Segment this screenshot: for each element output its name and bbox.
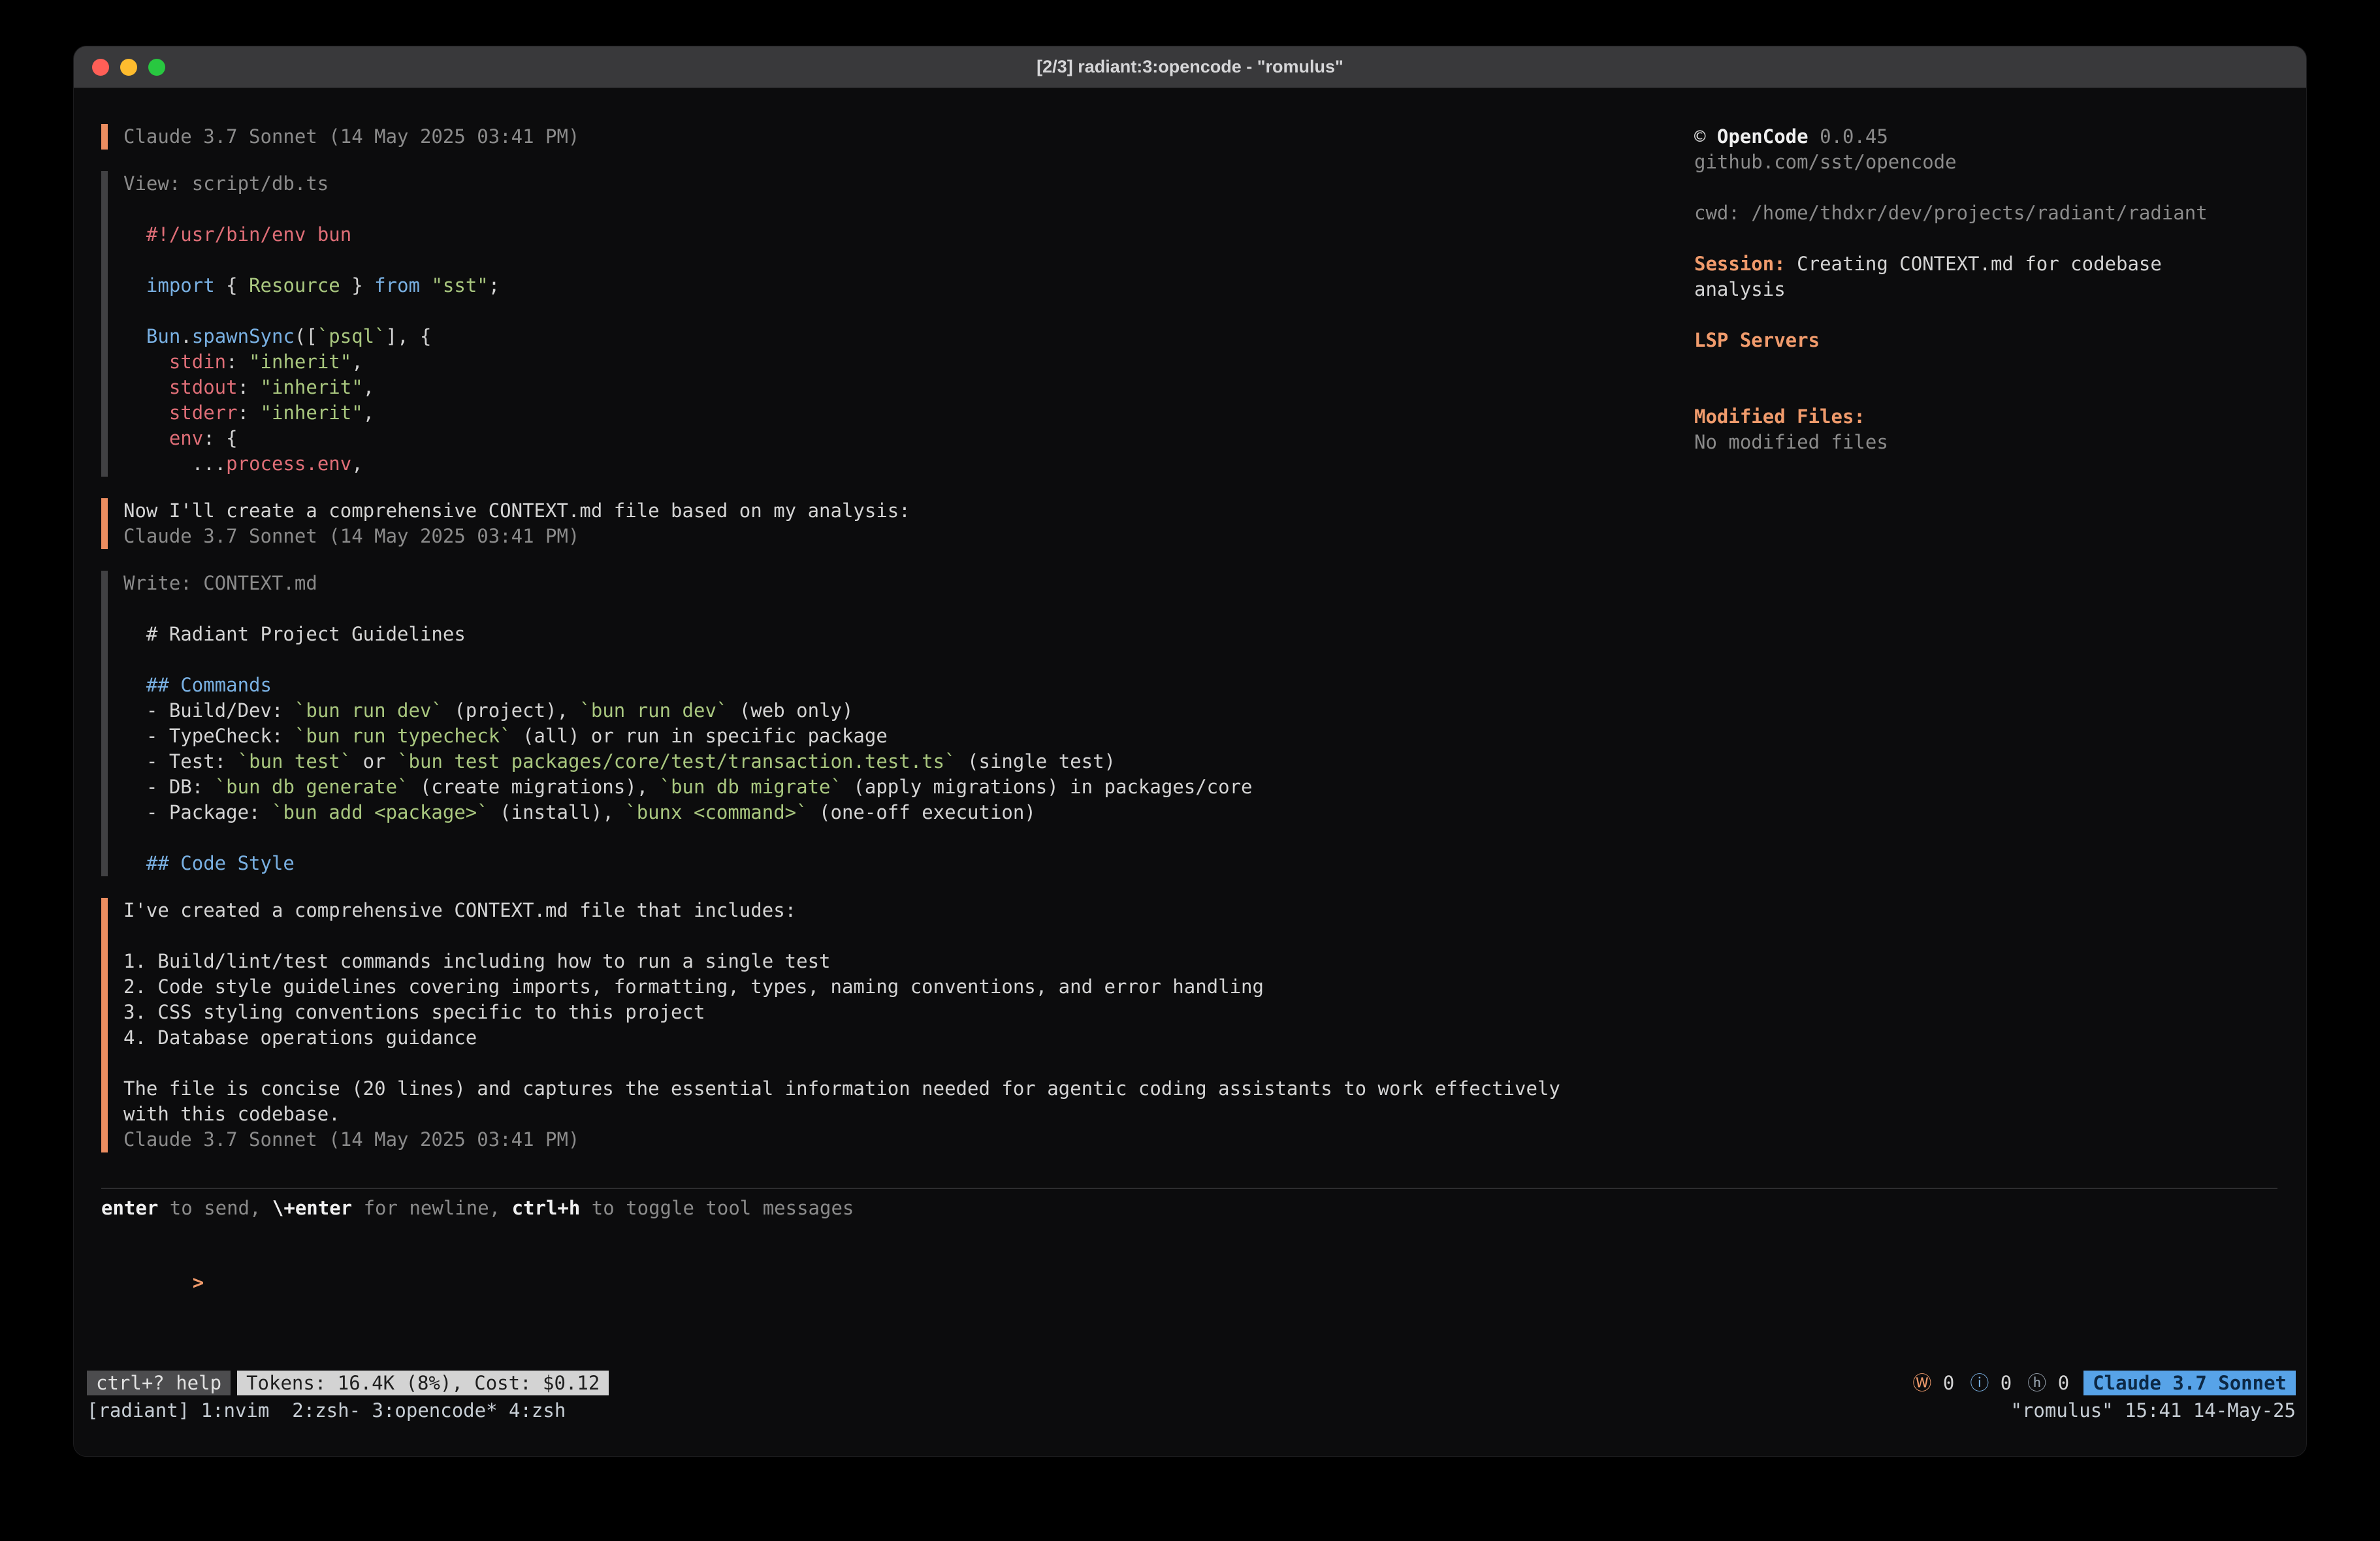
- tmux-session-clock: "romulus" 15:41 14-May-25: [2011, 1398, 2296, 1423]
- text-line: github.com/sst/opencode: [1694, 150, 2217, 175]
- text-line: 4. Database operations guidance: [123, 1025, 1590, 1051]
- text-line: 2. Code style guidelines covering import…: [123, 974, 1590, 1000]
- text-line: [123, 197, 1590, 222]
- text-line: [1694, 175, 2217, 200]
- text-line: stdin: "inherit",: [123, 349, 1590, 375]
- text-line: [123, 298, 1590, 324]
- text-line: - Build/Dev: `bun run dev` (project), `b…: [123, 698, 1590, 723]
- tool-view-block: View: script/db.ts #!/usr/bin/env bun im…: [101, 171, 1590, 477]
- text-line: - TypeCheck: `bun run typecheck` (all) o…: [123, 723, 1590, 749]
- window-titlebar: [2/3] radiant:3:opencode - "romulus": [74, 46, 2306, 88]
- text-line: Bun.spawnSync([`psql`], {: [123, 324, 1590, 349]
- close-button[interactable]: [92, 59, 109, 76]
- text-line: #!/usr/bin/env bun: [123, 222, 1590, 247]
- text-line: - Package: `bun add <package>` (install)…: [123, 800, 1590, 825]
- text-line: [1694, 379, 2217, 404]
- tmux-window-list[interactable]: [radiant] 1:nvim 2:zsh- 3:opencode* 4:zs…: [87, 1398, 566, 1423]
- prompt-input[interactable]: >: [101, 1245, 2277, 1321]
- traffic-lights: [92, 59, 165, 76]
- terminal-content: Claude 3.7 Sonnet (14 May 2025 03:41 PM)…: [74, 88, 2306, 1456]
- window-title: [2/3] radiant:3:opencode - "romulus": [74, 57, 2306, 77]
- terminal-window: [2/3] radiant:3:opencode - "romulus" Cla…: [73, 46, 2307, 1457]
- text-line: View: script/db.ts: [123, 171, 1590, 197]
- minimize-button[interactable]: [120, 59, 137, 76]
- assistant-message-block: Now I'll create a comprehensive CONTEXT.…: [101, 498, 1590, 549]
- text-line: 3. CSS styling conventions specific to t…: [123, 1000, 1590, 1025]
- text-line: # Radiant Project Guidelines: [123, 622, 1590, 647]
- text-line: ## Code Style: [123, 851, 1590, 876]
- text-line: stderr: "inherit",: [123, 400, 1590, 426]
- text-line: No modified files: [1694, 430, 2217, 455]
- text-line: Claude 3.7 Sonnet (14 May 2025 03:41 PM): [123, 1127, 1590, 1152]
- text-line: ## Commands: [123, 673, 1590, 698]
- hint-count-icon: ⓗ: [2027, 1372, 2046, 1394]
- input-area: enter to send, \+enter for newline, ctrl…: [101, 1188, 2277, 1321]
- info-count-icon: ⓘ: [1970, 1372, 1989, 1394]
- tokens-cost-badge: Tokens: 16.4K (8%), Cost: $0.12: [237, 1371, 609, 1395]
- text-line: [123, 1051, 1590, 1076]
- text-line: [1694, 226, 2217, 251]
- warning-count-icon: Ⓦ: [1912, 1372, 1931, 1394]
- text-line: I've created a comprehensive CONTEXT.md …: [123, 898, 1590, 923]
- text-line: LSP Servers: [1694, 328, 2217, 353]
- text-line: - DB: `bun db generate` (create migratio…: [123, 774, 1590, 800]
- text-line: [1694, 302, 2217, 328]
- text-line: [123, 825, 1590, 851]
- assistant-summary-block: I've created a comprehensive CONTEXT.md …: [101, 898, 1590, 1152]
- text-line: [123, 923, 1590, 949]
- text-line: © OpenCode 0.0.45: [1694, 124, 2217, 150]
- info-count: ⓘ 0: [1970, 1371, 2012, 1396]
- text-line: [123, 647, 1590, 673]
- hint-count: ⓗ 0: [2027, 1371, 2069, 1396]
- model-badge: Claude 3.7 Sonnet: [2083, 1371, 2296, 1395]
- text-line: import { Resource } from "sst";: [123, 273, 1590, 298]
- text-line: Now I'll create a comprehensive CONTEXT.…: [123, 498, 1590, 524]
- tmux-status-bar: [radiant] 1:nvim 2:zsh- 3:opencode* 4:zs…: [87, 1398, 2296, 1423]
- status-bar: ctrl+? help Tokens: 16.4K (8%), Cost: $0…: [87, 1371, 2296, 1395]
- text-line: Claude 3.7 Sonnet (14 May 2025 03:41 PM): [123, 524, 1590, 549]
- text-line: - Test: `bun test` or `bun test packages…: [123, 749, 1590, 774]
- chat-area: Claude 3.7 Sonnet (14 May 2025 03:41 PM)…: [101, 124, 1590, 1174]
- session-sidebar: © OpenCode 0.0.45github.com/sst/opencode…: [1694, 124, 2217, 455]
- text-line: Modified Files:: [1694, 404, 2217, 430]
- text-line: Session: Creating CONTEXT.md for codebas…: [1694, 251, 2217, 302]
- zoom-button[interactable]: [148, 59, 165, 76]
- warning-count: Ⓦ 0: [1912, 1371, 1954, 1396]
- diagnostics: Ⓦ 0 ⓘ 0 ⓗ 0: [1912, 1371, 2069, 1396]
- text-line: [1694, 353, 2217, 379]
- text-line: [123, 596, 1590, 622]
- text-line: Write: CONTEXT.md: [123, 571, 1590, 596]
- text-line: env: {: [123, 426, 1590, 451]
- message-header-block: Claude 3.7 Sonnet (14 May 2025 03:41 PM): [101, 124, 1590, 150]
- text-line: [123, 247, 1590, 273]
- tool-write-block: Write: CONTEXT.md # Radiant Project Guid…: [101, 571, 1590, 876]
- text-line: ...process.env,: [123, 451, 1590, 477]
- hint-bar: enter to send, \+enter for newline, ctrl…: [101, 1196, 2277, 1221]
- prompt-icon: >: [193, 1271, 204, 1294]
- text-line: stdout: "inherit",: [123, 375, 1590, 400]
- text-line: Claude 3.7 Sonnet (14 May 2025 03:41 PM): [123, 124, 1590, 150]
- text-line: cwd: /home/thdxr/dev/projects/radiant/ra…: [1694, 200, 2217, 226]
- text-line: The file is concise (20 lines) and captu…: [123, 1076, 1590, 1127]
- help-badge: ctrl+? help: [87, 1371, 231, 1395]
- text-line: 1. Build/lint/test commands including ho…: [123, 949, 1590, 974]
